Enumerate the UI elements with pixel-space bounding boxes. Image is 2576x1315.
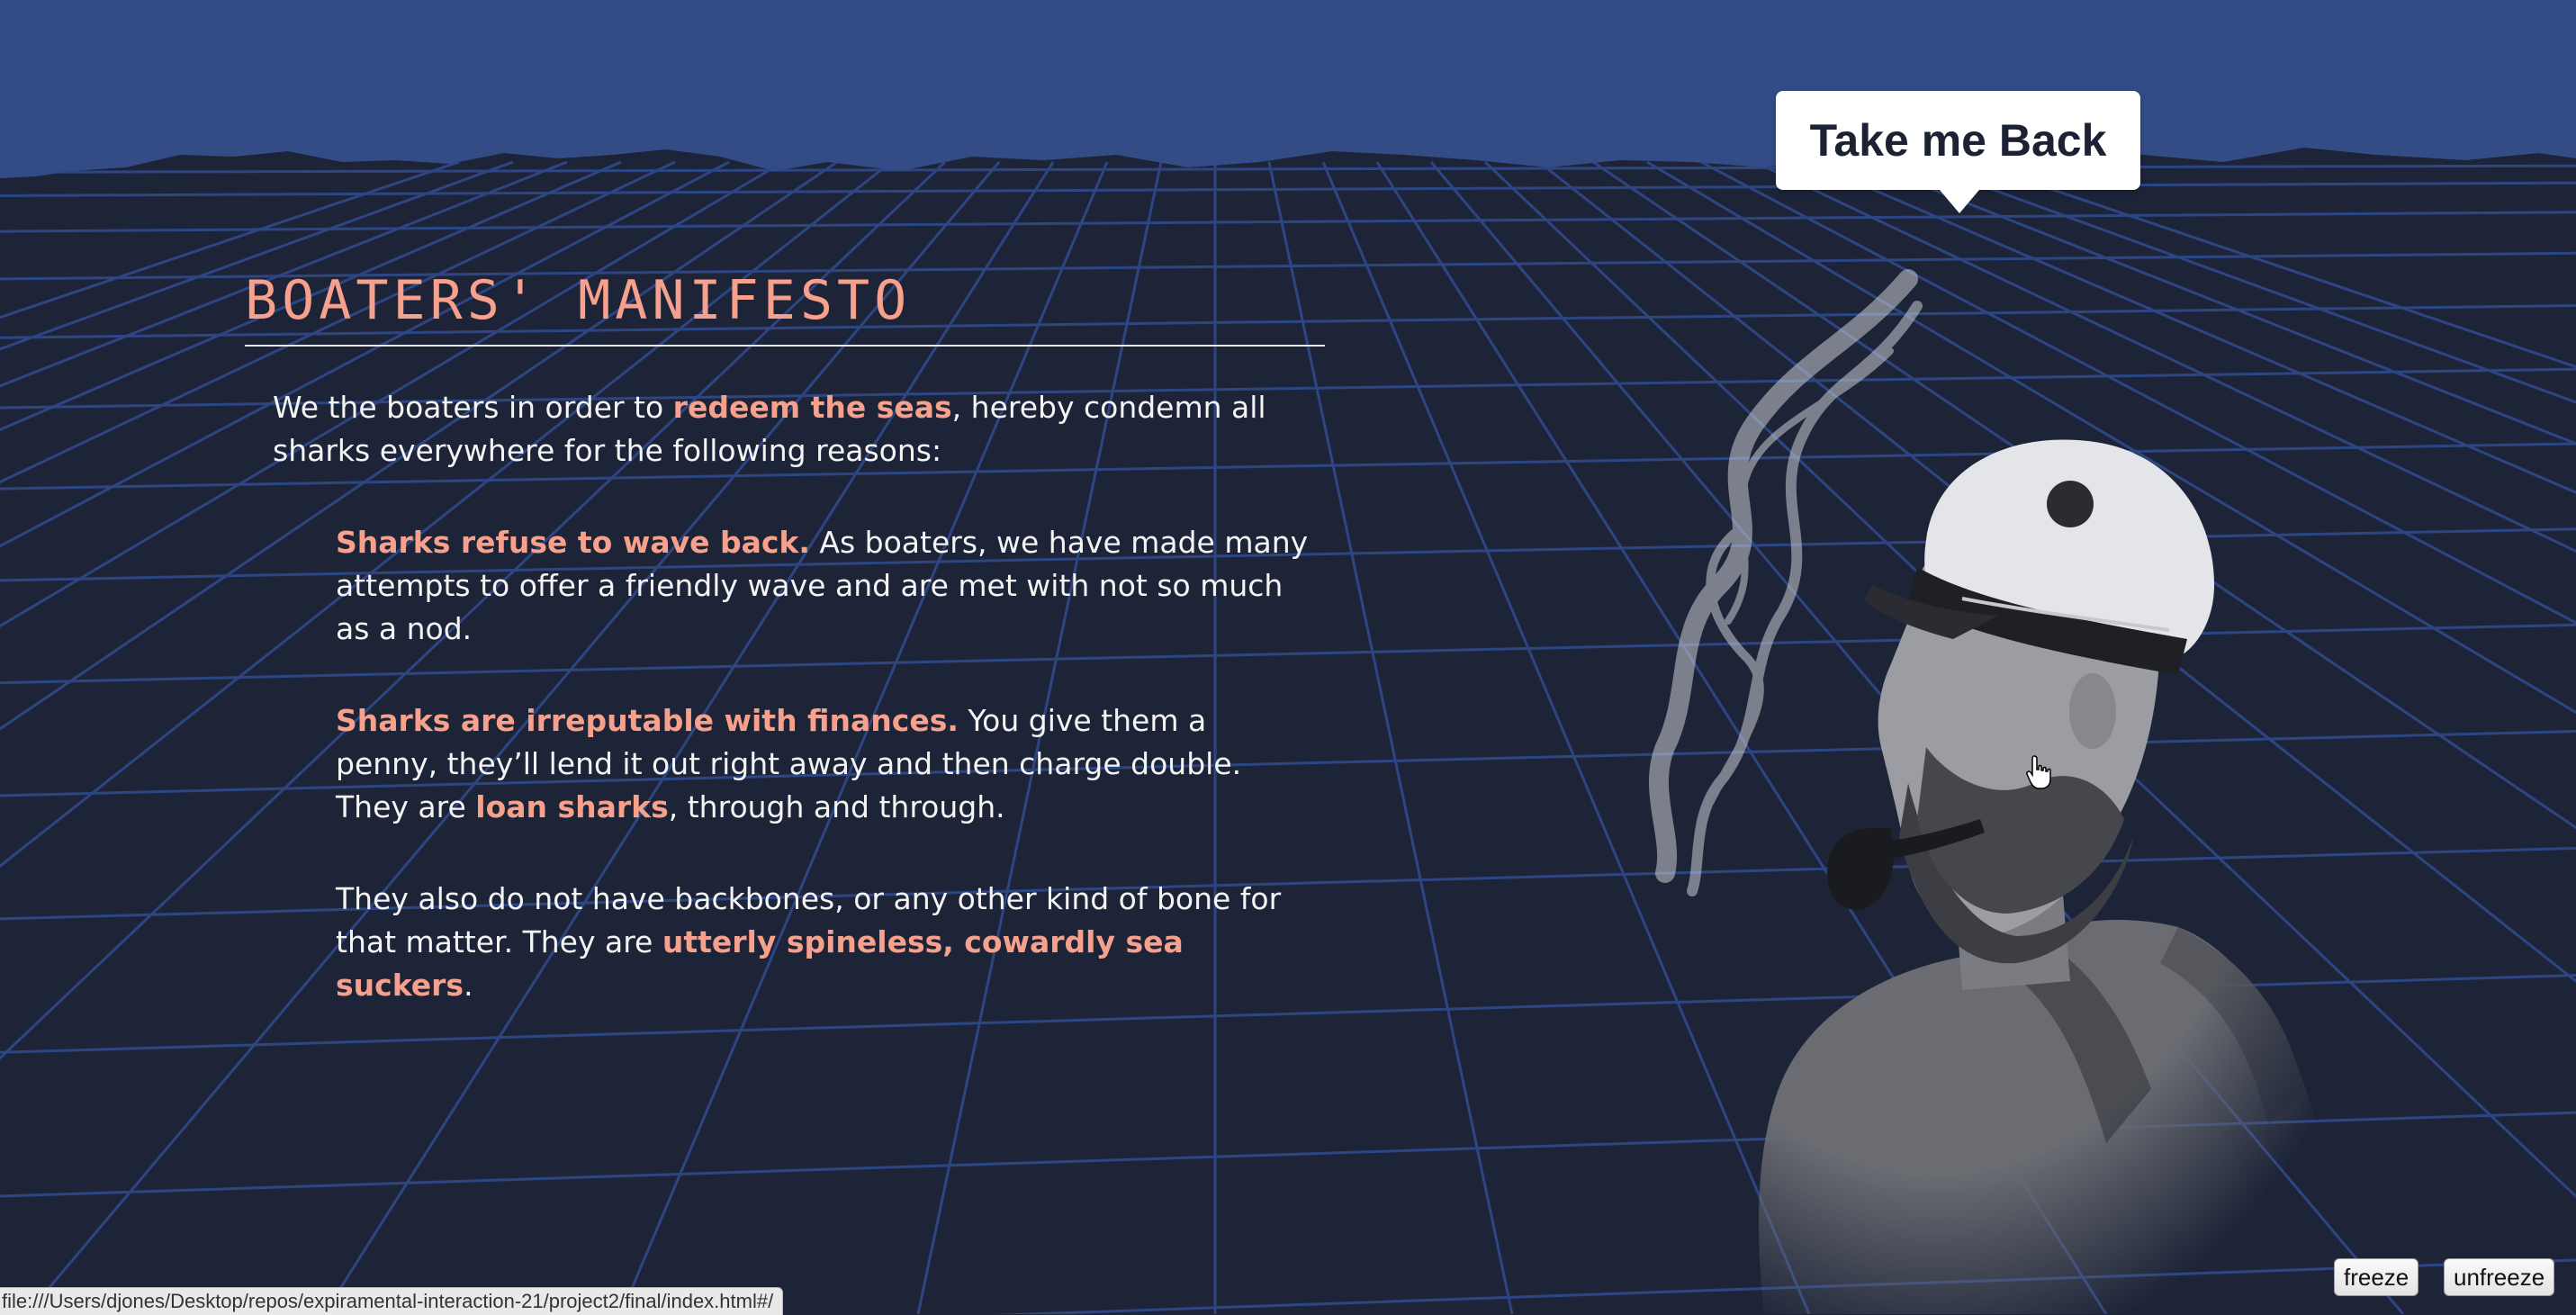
take-me-back-button[interactable]: Take me Back xyxy=(1776,91,2140,213)
reason-text-end: , through and through. xyxy=(668,789,1005,824)
intro-text-before: We the boaters in order to xyxy=(273,390,673,425)
reason-finances: Sharks are irreputable with finances. Yo… xyxy=(336,699,1317,829)
reason-highlight: loan sharks xyxy=(475,789,669,824)
manifesto-intro: We the boaters in order to redeem the se… xyxy=(273,386,1299,473)
freeze-button[interactable]: freeze xyxy=(2334,1258,2419,1296)
unfreeze-button[interactable]: unfreeze xyxy=(2444,1258,2555,1296)
reason-wave-back: Sharks refuse to wave back. As boaters, … xyxy=(336,521,1317,651)
reason-lead: Sharks refuse to wave back. xyxy=(336,525,810,560)
reason-text-end: . xyxy=(464,968,473,1003)
status-bar-url: file:///Users/djones/Desktop/repos/expir… xyxy=(0,1287,784,1315)
sailor-with-pipe-image xyxy=(1649,269,2340,1314)
reason-lead: Sharks are irreputable with finances. xyxy=(336,703,959,738)
hand-pointer-icon xyxy=(2025,754,2054,794)
reason-spineless: They also do not have backbones, or any … xyxy=(336,878,1317,1007)
intro-highlight: redeem the seas xyxy=(672,390,952,425)
page-title: BOATERS' MANIFESTO xyxy=(245,270,1325,347)
manifesto-section: BOATERS' MANIFESTO We the boaters in ord… xyxy=(245,270,1325,1007)
